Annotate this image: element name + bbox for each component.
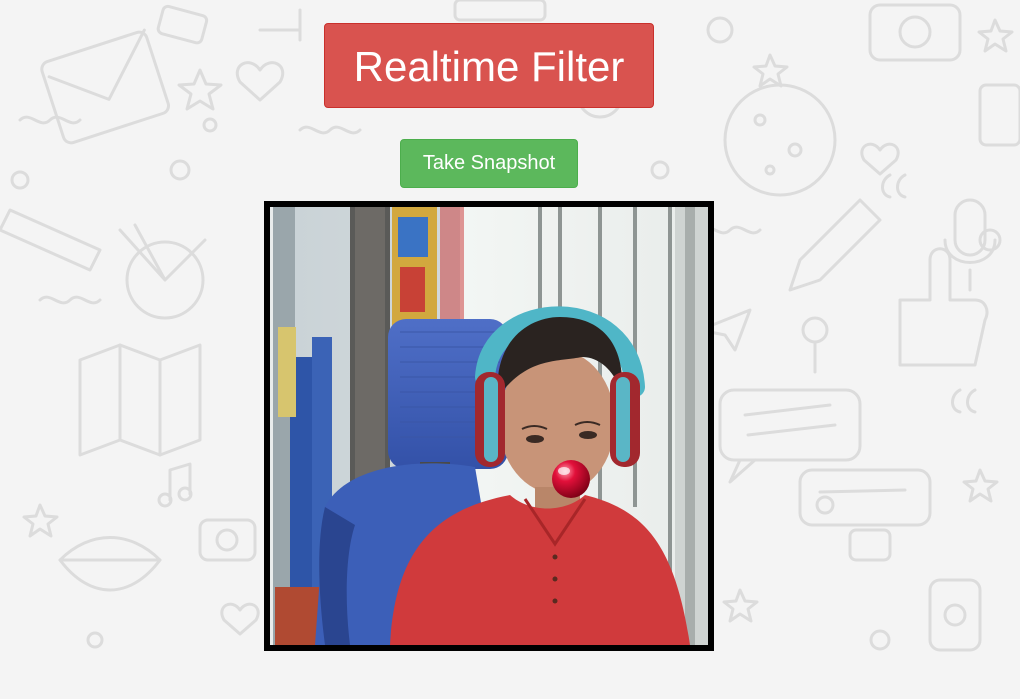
page-title: Realtime Filter bbox=[324, 23, 654, 108]
camera-feed bbox=[270, 207, 708, 645]
clown-nose-overlay bbox=[552, 460, 590, 498]
video-frame bbox=[264, 201, 714, 651]
camera-feed-image bbox=[270, 207, 708, 645]
take-snapshot-button[interactable]: Take Snapshot bbox=[400, 139, 578, 188]
